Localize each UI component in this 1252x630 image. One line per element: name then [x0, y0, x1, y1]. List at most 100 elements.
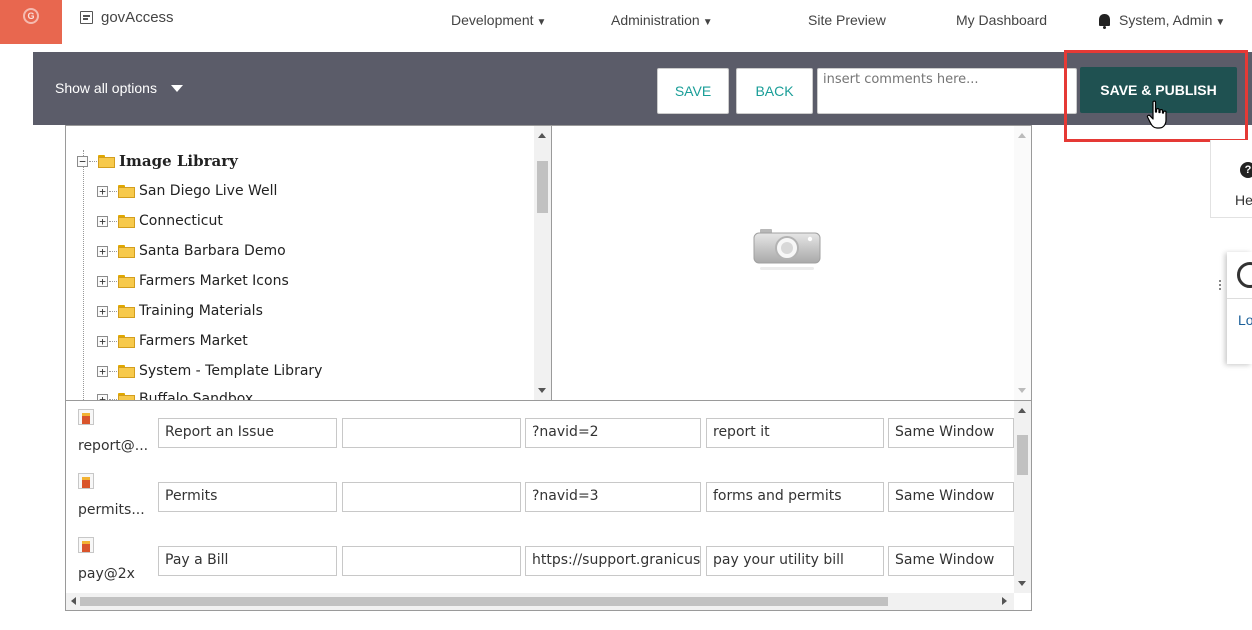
image-thumbnail-icon[interactable]	[78, 409, 94, 425]
hand-pointer-cursor-icon	[1146, 100, 1167, 129]
tree-dots	[89, 160, 97, 162]
nav-administration-label: Administration	[611, 12, 700, 28]
preview-scrollbar[interactable]	[1014, 126, 1031, 400]
scroll-thumb[interactable]	[537, 161, 548, 213]
description-field[interactable]: pay your utility bill	[706, 546, 884, 576]
user-name: System, Admin	[1119, 12, 1213, 28]
link-field[interactable]: ?navid=2	[525, 418, 701, 448]
scroll-up-icon[interactable]	[538, 133, 546, 138]
caret-down-icon: ▼	[1215, 17, 1226, 28]
link-field[interactable]: https://support.granicus.com	[525, 546, 701, 576]
tree-item-label: San Diego Live Well	[139, 183, 278, 199]
scroll-up-icon[interactable]	[1018, 133, 1026, 138]
nav-administration[interactable]: Administration ▼	[611, 12, 713, 28]
tree-item-connecticut[interactable]: + Connecticut	[97, 210, 223, 232]
nav-development[interactable]: Development ▼	[451, 12, 546, 28]
nav-site-preview[interactable]: Site Preview	[808, 12, 886, 28]
tree-item-buffalo-sandbox[interactable]: + Buffalo Sandbox	[97, 388, 253, 400]
triangle-down-icon	[170, 84, 183, 92]
title-field[interactable]: Pay a Bill	[158, 546, 337, 576]
target-select[interactable]: Same Window	[888, 546, 1014, 576]
brand-logo-tile[interactable]: G	[0, 0, 62, 44]
scroll-down-icon[interactable]	[538, 388, 546, 393]
tree-connector	[83, 150, 84, 400]
back-button[interactable]: BACK	[736, 68, 813, 114]
target-select[interactable]: Same Window	[888, 482, 1014, 512]
folder-icon	[118, 274, 135, 288]
divider	[1227, 298, 1252, 299]
product-title[interactable]: govAccess	[80, 9, 174, 26]
save-button[interactable]: SAVE	[657, 68, 729, 114]
expand-icon[interactable]: +	[97, 275, 108, 287]
tree-item-label: Santa Barbara Demo	[139, 243, 286, 259]
nav-user-menu[interactable]: System, Admin ▼	[1099, 12, 1226, 29]
table-row: pay@2x Pay a Bill https://support.granic…	[66, 529, 1014, 589]
website-icon	[80, 11, 93, 24]
tree-item-san-diego[interactable]: + San Diego Live Well	[97, 180, 277, 202]
tree-item-label: Connecticut	[139, 213, 223, 229]
tree-item-farmers-market[interactable]: + Farmers Market	[97, 330, 248, 352]
scroll-down-icon[interactable]	[1018, 581, 1026, 586]
tree-root-label: Image Library	[119, 152, 238, 170]
side-link-fragment[interactable]: Lo	[1238, 312, 1252, 328]
title-field[interactable]: Permits	[158, 482, 337, 512]
description-field[interactable]: forms and permits	[706, 482, 884, 512]
expand-icon[interactable]: +	[97, 215, 108, 227]
horizontal-scroll-thumb[interactable]	[80, 597, 888, 606]
folder-icon	[118, 392, 135, 400]
tree-root[interactable]: − Image Library	[77, 150, 238, 172]
tree-item-farmers-market-icons[interactable]: + Farmers Market Icons	[97, 270, 289, 292]
scroll-right-icon[interactable]	[1002, 597, 1007, 605]
help-panel-fragment[interactable]: ? He	[1210, 140, 1252, 218]
expand-icon[interactable]: +	[97, 185, 108, 197]
top-navigation: G govAccess Development ▼ Administration ▼…	[0, 0, 1252, 44]
image-library-panel: − Image Library + San Diego Live Well + …	[65, 125, 1032, 611]
tree-item-santa-barbara[interactable]: + Santa Barbara Demo	[97, 240, 286, 262]
caret-down-icon: ▼	[702, 17, 713, 28]
grid-scrollbar[interactable]	[1014, 401, 1031, 593]
title-field[interactable]: Report an Issue	[158, 418, 337, 448]
scroll-up-icon[interactable]	[1018, 408, 1026, 413]
image-thumbnail-icon[interactable]	[78, 537, 94, 553]
comments-input[interactable]	[817, 68, 1077, 114]
extra-field[interactable]	[342, 418, 521, 448]
extra-field[interactable]	[342, 546, 521, 576]
description-field[interactable]: report it	[706, 418, 884, 448]
image-thumbnail-icon[interactable]	[78, 473, 94, 489]
scroll-left-icon[interactable]	[71, 597, 76, 605]
nav-my-dashboard[interactable]: My Dashboard	[956, 12, 1047, 28]
tree-dots	[109, 310, 117, 312]
expand-icon[interactable]: +	[97, 365, 108, 377]
collapse-icon[interactable]: −	[77, 155, 88, 167]
tree-scrollbar[interactable]	[534, 126, 551, 400]
tree-dots	[109, 280, 117, 282]
show-all-options-toggle[interactable]: Show all options	[55, 80, 183, 96]
extra-field[interactable]	[342, 482, 521, 512]
image-preview	[552, 126, 1031, 400]
expand-icon[interactable]: +	[97, 245, 108, 257]
expand-icon[interactable]: +	[97, 335, 108, 347]
scroll-thumb[interactable]	[1017, 435, 1028, 475]
folder-icon	[98, 154, 115, 168]
grid-horizontal-scrollbar[interactable]	[66, 593, 1014, 610]
folder-icon	[118, 364, 135, 378]
scroll-down-icon[interactable]	[1018, 388, 1026, 393]
status-ring-icon	[1237, 262, 1252, 288]
folder-icon	[118, 334, 135, 348]
tree-item-label: Training Materials	[139, 303, 263, 319]
row-image-name: permits...	[78, 502, 145, 518]
folder-icon	[118, 214, 135, 228]
drag-handle-icon[interactable]	[1219, 280, 1222, 294]
folder-icon	[118, 184, 135, 198]
tree-item-training-materials[interactable]: + Training Materials	[97, 300, 263, 322]
folder-icon	[118, 244, 135, 258]
expand-icon[interactable]: +	[97, 305, 108, 317]
link-field[interactable]: ?navid=3	[525, 482, 701, 512]
tree-item-template-library[interactable]: + System - Template Library	[97, 360, 322, 382]
bell-icon[interactable]	[1099, 14, 1110, 29]
tree-dots	[109, 250, 117, 252]
folder-tree: − Image Library + San Diego Live Well + …	[66, 126, 552, 400]
nav-my-dashboard-label: My Dashboard	[956, 12, 1048, 28]
table-row: report@... Report an Issue ?navid=2 repo…	[66, 401, 1014, 461]
target-select[interactable]: Same Window	[888, 418, 1014, 448]
